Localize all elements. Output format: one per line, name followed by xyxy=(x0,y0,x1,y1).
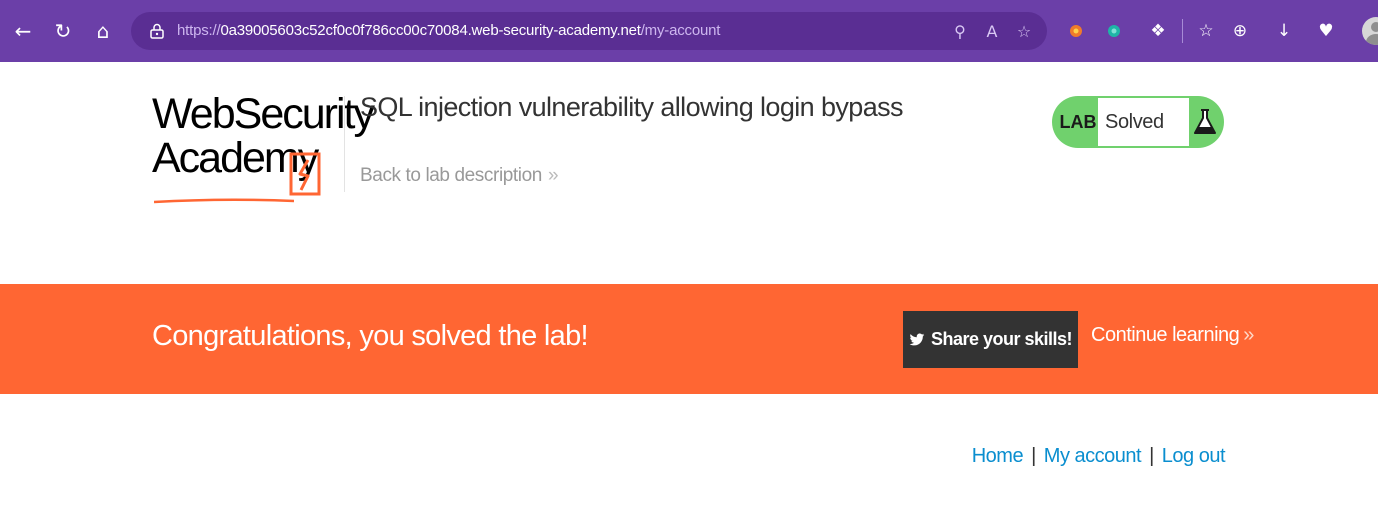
health-icon[interactable]: ♥ xyxy=(1312,0,1340,62)
favorites-icon[interactable]: ☆ xyxy=(1192,0,1220,62)
collections-icon[interactable]: ⊕ xyxy=(1226,0,1254,62)
url-path: /my-account xyxy=(640,22,721,39)
continue-learning-label: Continue learning xyxy=(1091,324,1240,346)
favorite-icon[interactable]: ☆ xyxy=(1011,12,1037,50)
home-icon[interactable]: ⌂ xyxy=(88,0,118,62)
web-security-academy-logo[interactable]: WebSecurity Academy xyxy=(152,92,375,208)
home-link[interactable]: Home xyxy=(972,445,1024,467)
profile-icon[interactable] xyxy=(1362,17,1378,45)
extension-icon[interactable] xyxy=(1100,0,1128,62)
twitter-icon xyxy=(909,333,925,345)
congratulations-message: Congratulations, you solved the lab! xyxy=(152,320,589,352)
url-text[interactable]: https://0a39005603c52cf0c0f786cc00c70084… xyxy=(177,12,720,50)
nav-separator: | xyxy=(1149,445,1154,467)
lab-status-widget: LAB Solved xyxy=(1052,96,1224,148)
flask-icon xyxy=(1194,109,1216,134)
logo-underline xyxy=(154,198,294,204)
lab-solved-banner: Congratulations, you solved the lab! Sha… xyxy=(0,284,1378,394)
lab-label: LAB xyxy=(1059,112,1097,132)
lab-state: Solved xyxy=(1105,111,1164,133)
back-icon[interactable]: ← xyxy=(8,0,38,62)
continue-learning-link[interactable]: Continue learning» xyxy=(1091,324,1254,347)
header-divider xyxy=(344,96,345,192)
lightning-icon xyxy=(289,152,321,196)
toolbar-divider xyxy=(1182,19,1183,43)
lab-title: SQL injection vulnerability allowing log… xyxy=(360,92,904,122)
chevron-right-icon: » xyxy=(547,165,559,186)
key-icon[interactable]: ⚲ xyxy=(947,12,973,50)
extension-icon[interactable] xyxy=(1062,0,1090,62)
chevron-right-icon: » xyxy=(1243,324,1254,346)
address-bar[interactable]: https://0a39005603c52cf0c0f786cc00c70084… xyxy=(131,12,1047,50)
share-button-label: Share your skills! xyxy=(930,329,1073,349)
my-account-link[interactable]: My account xyxy=(1044,445,1142,467)
download-icon[interactable]: ↓ xyxy=(1270,0,1298,62)
nav-separator: | xyxy=(1031,445,1036,467)
refresh-icon[interactable]: ↻ xyxy=(48,0,78,62)
url-host: 0a39005603c52cf0c0f786cc00c70084.web-sec… xyxy=(220,22,641,39)
extension-icon[interactable]: ❖ xyxy=(1144,0,1172,62)
logo-line-1: WebSecurity xyxy=(152,90,375,138)
back-to-lab-description-link[interactable]: Back to lab description» xyxy=(360,165,559,187)
browser-toolbar: ← ↻ ⌂ https://0a39005603c52cf0c0f786cc00… xyxy=(0,0,1378,62)
read-aloud-icon[interactable]: A xyxy=(979,12,1005,50)
url-protocol: https:// xyxy=(177,22,221,39)
account-navigation: Home | My account | Log out xyxy=(972,445,1226,468)
back-link-label: Back to lab description xyxy=(360,165,542,186)
log-out-link[interactable]: Log out xyxy=(1162,445,1226,467)
lock-icon[interactable] xyxy=(147,21,167,41)
share-your-skills-button[interactable]: Share your skills! xyxy=(903,311,1078,368)
